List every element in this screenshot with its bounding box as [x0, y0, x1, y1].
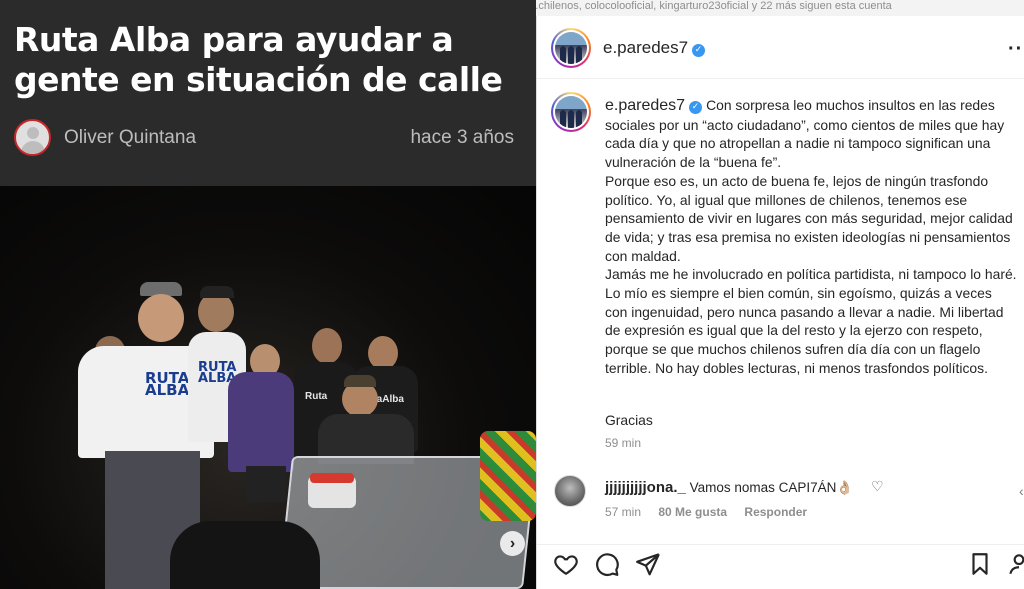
post-header-user: e.paredes7 ✓	[603, 38, 706, 58]
post-header: e.paredes7 ✓ ···	[537, 16, 1024, 79]
verified-badge-icon: ✓	[689, 101, 703, 114]
bookmark-icon[interactable]	[967, 551, 995, 579]
post-caption: e.paredes7 ✓ Con sorpresa leo muchos insul…	[605, 96, 1017, 378]
author-avatar[interactable]	[14, 119, 51, 156]
more-options-icon[interactable]: ···	[1008, 38, 1024, 61]
article-age: hace 3 años	[410, 127, 514, 148]
profile-edge-icon[interactable]	[1006, 551, 1024, 579]
comment-icon[interactable]	[594, 551, 622, 579]
caption-paragraph-2: Porque eso es, un acto de buena fe, lejo…	[605, 172, 1013, 264]
caption-paragraph-3: Jamás me he involucrado en política part…	[605, 266, 1017, 376]
heart-icon[interactable]	[553, 551, 581, 579]
author-name[interactable]: Oliver Quintana	[64, 127, 196, 149]
profile-username[interactable]: e.paredes7	[603, 38, 688, 57]
comment-username[interactable]: jjjjjjjjjjona._	[605, 479, 686, 496]
article-panel: Ruta Alba para ayudar a gente en situaci…	[0, 0, 536, 589]
caption-username[interactable]: e.paredes7	[605, 97, 685, 114]
comment-options-icon[interactable]: ‹	[1019, 483, 1024, 499]
article-title: Ruta Alba para ayudar a gente en situaci…	[14, 20, 503, 99]
instagram-post-panel: e.paredes7✓ ··· e.paredes7✓Con sorpresa …	[536, 16, 1024, 589]
profile-avatar[interactable]	[551, 28, 591, 68]
reply-button[interactable]: Responder	[744, 505, 807, 519]
article-photo: RUTA ALBA RUTA ALBA Ruta RutaAlba ›	[0, 186, 536, 589]
comment-likes[interactable]: 80 Me gusta	[658, 505, 727, 519]
caption-closing: Gracias	[605, 412, 653, 428]
post-actions	[537, 544, 1024, 589]
next-photo-button[interactable]: ›	[500, 531, 525, 556]
comment-timestamp: 57 min	[605, 505, 642, 519]
caption-avatar[interactable]	[551, 92, 591, 132]
commenter-avatar[interactable]	[554, 475, 586, 507]
followers-strip: fichajes.chilenos, colocolooficial, king…	[536, 0, 1024, 16]
followers-strip-text: fichajes.chilenos, colocolooficial, king…	[536, 0, 892, 12]
comment-meta: 57 min 80 Me gusta Responder	[605, 505, 821, 519]
chevron-right-icon: ›	[509, 535, 516, 552]
comment: jjjjjjjjjjona._ Vamos nomas CAPI7ÁN👌🏼	[605, 479, 853, 496]
caption-timestamp: 59 min	[605, 436, 642, 450]
comment-body: Vamos nomas CAPI7ÁN👌🏼	[689, 480, 854, 495]
heart-outline-icon[interactable]: ♡	[871, 478, 884, 495]
share-icon[interactable]	[635, 551, 663, 579]
verified-badge-icon: ✓	[692, 44, 706, 57]
